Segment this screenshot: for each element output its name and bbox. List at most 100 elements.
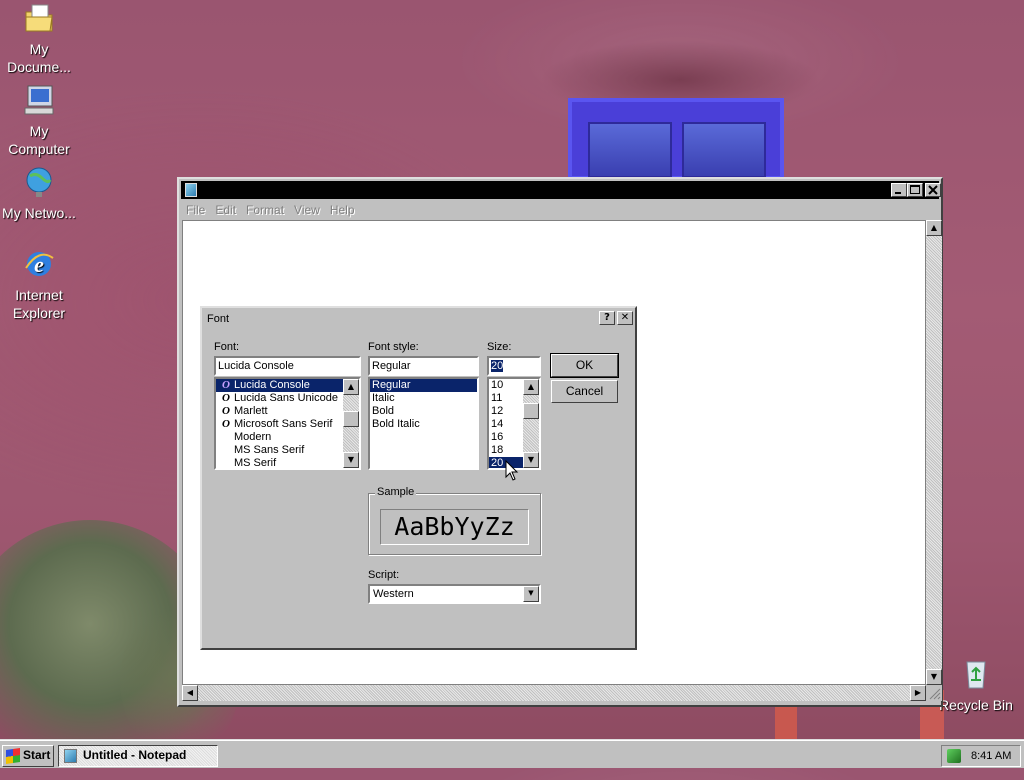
start-button[interactable]: Start xyxy=(2,745,54,767)
scroll-up-button[interactable]: ▲ xyxy=(343,379,359,395)
list-item[interactable]: 11 xyxy=(489,392,523,405)
cancel-button[interactable]: Cancel xyxy=(551,380,618,403)
desktop-icon-recycle-bin[interactable]: Recycle Bin xyxy=(938,658,1014,714)
list-item-label: Italic xyxy=(372,392,395,404)
list-item-label: 14 xyxy=(491,418,504,430)
list-item[interactable]: MS Serif xyxy=(216,457,343,469)
font-style-list[interactable]: Regular Italic Bold Bold Italic xyxy=(368,377,479,470)
sample-label: Sample xyxy=(375,486,417,498)
maximize-icon xyxy=(910,185,920,194)
scroll-up-button[interactable]: ▲ xyxy=(926,220,942,236)
minimize-button[interactable] xyxy=(891,183,907,197)
list-item[interactable]: Regular xyxy=(370,379,477,392)
opentype-font-icon: O xyxy=(222,418,230,430)
desktop-icon-label: My Docume... xyxy=(7,41,71,75)
font-dialog-title-bar[interactable]: Font ? ✕ xyxy=(204,310,633,328)
list-item-label: 20 xyxy=(491,457,504,469)
dialog-close-button[interactable]: ✕ xyxy=(617,311,633,325)
list-item[interactable]: Bold Italic xyxy=(370,418,477,431)
scroll-thumb[interactable] xyxy=(343,411,359,427)
notepad-horizontal-scrollbar[interactable]: ◀ ▶ xyxy=(182,685,926,701)
scroll-right-button[interactable]: ▶ xyxy=(910,685,926,701)
maximize-button[interactable] xyxy=(907,183,923,197)
opentype-font-icon: O xyxy=(222,405,230,417)
list-item[interactable]: MS Sans Serif xyxy=(216,444,343,457)
script-select[interactable]: Western ▼ xyxy=(368,584,541,604)
resize-grip[interactable] xyxy=(926,685,942,701)
list-item[interactable]: O Microsoft Sans Serif xyxy=(216,418,343,431)
menu-edit[interactable]: Edit xyxy=(210,201,241,219)
desktop-icon-my-computer[interactable]: My Computer xyxy=(1,84,77,158)
help-icon: ? xyxy=(604,312,610,323)
font-list-scrollbar[interactable]: ▲ ▼ xyxy=(343,379,359,468)
list-item-label: Lucida Sans Unicode xyxy=(234,392,338,404)
list-item-label: 11 xyxy=(491,392,503,404)
menu-help[interactable]: Help xyxy=(325,201,360,219)
list-item[interactable]: O Lucida Sans Unicode xyxy=(216,392,343,405)
scroll-up-button[interactable]: ▲ xyxy=(523,379,539,395)
script-label: Script: xyxy=(368,569,400,581)
list-item[interactable]: 10 xyxy=(489,379,523,392)
list-item-label: Microsoft Sans Serif xyxy=(234,418,333,430)
list-item-label: 12 xyxy=(491,405,504,417)
sample-preview: AaBbYyZz xyxy=(380,509,529,545)
recycle-bin-icon xyxy=(959,658,993,690)
menu-format[interactable]: Format xyxy=(241,201,289,219)
font-dialog: Font ? ✕ Font: Lucida Console O Lucida Co… xyxy=(200,306,637,650)
list-item[interactable]: O Marlett xyxy=(216,405,343,418)
font-size-list[interactable]: 10 11 12 14 16 18 20 ▲ ▼ xyxy=(487,377,541,470)
font-size-input[interactable]: 20 xyxy=(487,356,541,376)
notepad-title-bar[interactable] xyxy=(181,181,941,199)
list-item[interactable]: 14 xyxy=(489,418,523,431)
menu-file[interactable]: File xyxy=(181,201,210,219)
script-value: Western xyxy=(373,588,414,600)
font-style-input[interactable]: Regular xyxy=(368,356,479,376)
clock[interactable]: 8:41 AM xyxy=(971,746,1011,766)
notepad-menu-bar: File Edit Format View Help xyxy=(181,201,939,219)
menu-view[interactable]: View xyxy=(289,201,325,219)
mouse-cursor-icon xyxy=(505,460,519,481)
list-item[interactable]: Modern xyxy=(216,431,343,444)
font-name-input[interactable]: Lucida Console xyxy=(214,356,361,376)
notepad-app-icon[interactable] xyxy=(185,183,197,197)
ok-button[interactable]: OK xyxy=(550,353,619,378)
help-button[interactable]: ? xyxy=(599,311,615,325)
list-item-label: Bold Italic xyxy=(372,418,420,430)
list-item-label: Modern xyxy=(234,431,272,443)
list-item-label: Marlett xyxy=(234,405,268,417)
taskbar-item-notepad[interactable]: Untitled - Notepad xyxy=(58,745,218,767)
font-name-list[interactable]: O Lucida Console O Lucida Sans Unicode O Marl… xyxy=(214,377,361,470)
internet-explorer-icon: e xyxy=(22,248,56,280)
notepad-vertical-scrollbar[interactable]: ▲ ▼ xyxy=(926,220,942,685)
list-item[interactable]: 18 xyxy=(489,444,523,457)
chevron-down-icon[interactable]: ▼ xyxy=(523,586,539,602)
scroll-down-button[interactable]: ▼ xyxy=(523,452,539,468)
scroll-left-button[interactable]: ◀ xyxy=(182,685,198,701)
scroll-down-button[interactable]: ▼ xyxy=(926,669,942,685)
list-item-label: 10 xyxy=(491,379,504,391)
font-dialog-title: Font xyxy=(207,313,230,325)
opentype-font-icon: O xyxy=(222,392,230,404)
list-item-label: MS Serif xyxy=(234,457,277,469)
scroll-thumb[interactable] xyxy=(523,403,539,419)
list-item-label: 18 xyxy=(491,444,504,456)
font-label: Font: xyxy=(214,341,240,353)
desktop-icon-internet-explorer[interactable]: e Internet Explorer xyxy=(1,248,77,322)
taskbar-item-label: Untitled - Notepad xyxy=(83,748,187,762)
list-item[interactable]: Bold xyxy=(370,405,477,418)
my-network-icon xyxy=(22,166,56,198)
list-item-label: Lucida Console xyxy=(234,379,310,391)
close-button[interactable] xyxy=(925,183,941,197)
tray-icon[interactable] xyxy=(947,749,961,763)
size-list-scrollbar[interactable]: ▲ ▼ xyxy=(523,379,539,468)
system-tray: 8:41 AM xyxy=(941,745,1021,767)
desktop-icon-my-network[interactable]: My Netwo... xyxy=(1,166,77,222)
list-item[interactable]: O Lucida Console xyxy=(216,379,343,392)
font-style-label: Font style: xyxy=(368,341,419,353)
list-item[interactable]: 16 xyxy=(489,431,523,444)
scroll-down-button[interactable]: ▼ xyxy=(343,452,359,468)
list-item-label: MS Sans Serif xyxy=(234,444,305,456)
desktop-icon-my-documents[interactable]: My Docume... xyxy=(1,2,77,76)
list-item[interactable]: 12 xyxy=(489,405,523,418)
list-item[interactable]: Italic xyxy=(370,392,477,405)
